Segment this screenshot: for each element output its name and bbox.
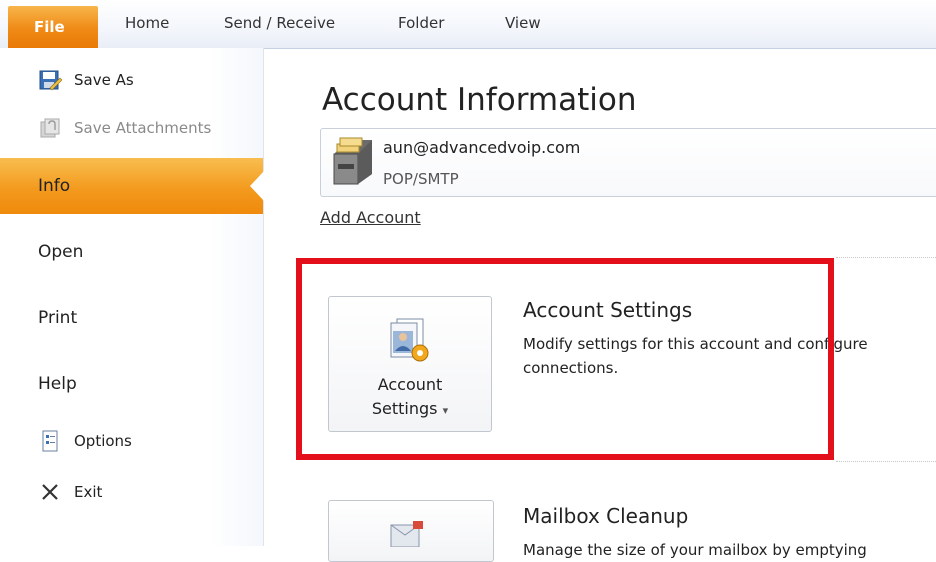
exit-label: Exit: [74, 483, 103, 501]
tab-folder[interactable]: Folder: [398, 14, 444, 32]
nav-item-open[interactable]: Open: [0, 224, 263, 280]
exit-command[interactable]: Exit: [38, 480, 102, 504]
mailbox-cleanup-button[interactable]: [328, 500, 494, 562]
save-attachments-icon: [38, 116, 62, 140]
add-account-link[interactable]: Add Account: [320, 208, 421, 227]
tab-home[interactable]: Home: [125, 14, 169, 32]
account-email: aun@advancedvoip.com: [383, 138, 581, 157]
tab-file-label: File: [34, 18, 65, 36]
tab-file[interactable]: File: [8, 6, 98, 48]
page-title: Account Information: [322, 82, 637, 118]
options-command[interactable]: Options: [38, 429, 132, 453]
save-attachments-label: Save Attachments: [74, 119, 212, 137]
mailbox-cleanup-icon: [387, 519, 427, 548]
ribbon-tab-bar: File Home Send / Receive Folder View: [0, 0, 936, 49]
nav-item-print-label: Print: [38, 308, 78, 328]
save-as-label: Save As: [74, 71, 134, 89]
tab-send-receive[interactable]: Send / Receive: [224, 14, 335, 32]
nav-item-help-label: Help: [38, 374, 77, 394]
nav-item-help[interactable]: Help: [0, 356, 263, 412]
nav-item-open-label: Open: [38, 242, 84, 262]
mailbox-cleanup-description: Manage the size of your mailbox by empty…: [523, 541, 867, 559]
save-as-command[interactable]: Save As: [38, 68, 134, 92]
nav-item-info-label: Info: [38, 176, 71, 196]
nav-item-info[interactable]: Info: [0, 158, 264, 214]
highlight-box: [296, 258, 834, 460]
options-label: Options: [74, 432, 132, 450]
save-attachments-command[interactable]: Save Attachments: [38, 116, 211, 140]
tab-view[interactable]: View: [505, 14, 541, 32]
section-divider: [836, 257, 936, 258]
options-icon: [38, 429, 62, 453]
backstage-nav: Save As Save Attachments Info Open Print…: [0, 48, 264, 546]
section-divider: [836, 461, 936, 462]
mailbox-cleanup-title: Mailbox Cleanup: [523, 504, 689, 528]
mailbox-drawer-icon: [328, 134, 376, 186]
exit-icon: [38, 480, 62, 504]
account-type: POP/SMTP: [383, 170, 459, 188]
save-as-icon: [38, 68, 63, 92]
nav-item-print[interactable]: Print: [0, 290, 263, 346]
